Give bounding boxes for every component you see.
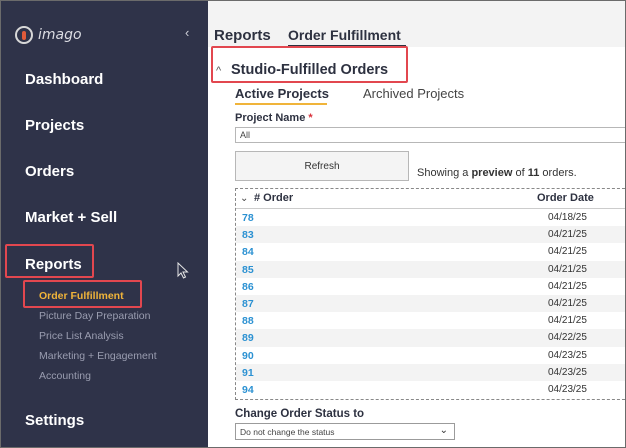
preview-summary: Showing a preview of 11 orders. [417,167,577,179]
order-number-link[interactable]: 86 [242,281,254,293]
table-row[interactable]: 85 04/21/25 [236,260,625,278]
sidebar-subitem-picture-day-preparation[interactable]: Picture Day Preparation [39,310,150,322]
order-date-cell: 04/21/25 [548,246,587,258]
chevron-left-icon[interactable]: ‹ [185,25,189,40]
preview-summary-bold: preview [471,167,513,179]
sidebar-subitem-price-list-analysis[interactable]: Price List Analysis [39,330,124,342]
logo[interactable]: imago [15,25,82,45]
table-row[interactable]: 87 04/21/25 [236,294,625,313]
order-date-cell: 04/21/25 [548,315,587,327]
table-row[interactable]: 91 04/23/25 [236,363,625,381]
order-date-cell: 04/23/25 [548,383,587,395]
order-number-link[interactable]: 87 [242,298,254,310]
project-name-label-text: Project Name [235,112,306,124]
section-title: Studio-Fulfilled Orders [231,62,389,78]
sidebar-item-settings[interactable]: Settings [25,412,84,429]
order-number-link[interactable]: 83 [242,229,254,241]
order-date-cell: 04/21/25 [548,280,587,292]
order-number-link[interactable]: 85 [242,264,254,276]
order-number-link[interactable]: 94 [242,384,254,396]
sidebar-subitem-accounting[interactable]: Accounting [39,370,91,382]
table-header: ⌄ # Order Order Date [236,189,625,209]
sidebar-item-reports[interactable]: Reports [25,256,82,273]
tab-active-projects[interactable]: Active Projects [235,86,329,101]
order-number-link[interactable]: 89 [242,332,254,344]
sidebar-item-orders[interactable]: Orders [25,163,74,180]
sidebar: imago ‹ Dashboard Projects Orders Market… [1,1,208,447]
sidebar-subitem-order-fulfillment[interactable]: Order Fulfillment [39,290,124,302]
order-date-cell: 04/21/25 [548,229,587,241]
column-header-order-date[interactable]: Order Date [537,192,594,204]
breadcrumb-active-underline [288,45,406,47]
tab-archived-projects[interactable]: Archived Projects [363,86,464,101]
order-number-link[interactable]: 78 [242,212,254,224]
sidebar-subitem-marketing-engagement[interactable]: Marketing + Engagement [39,350,157,362]
order-number-link[interactable]: 90 [242,350,254,362]
arrow-cursor-icon [177,262,189,279]
change-status-value: Do not change the status [240,427,335,437]
main-content: Reports Order Fulfillment ^ Studio-Fulfi… [208,1,625,447]
project-name-select[interactable]: All [235,127,625,143]
chevron-down-icon: ⌄ [439,425,448,436]
table-row[interactable]: 89 04/22/25 [236,329,625,347]
table-row[interactable]: 78 04/18/25 [236,209,625,226]
preview-summary-count: 11 [527,167,540,179]
order-number-link[interactable]: 88 [242,315,254,327]
sidebar-item-projects[interactable]: Projects [25,117,84,134]
table-row[interactable]: 83 04/21/25 [236,226,625,244]
sidebar-item-market-sell[interactable]: Market + Sell [25,209,117,226]
order-date-cell: 04/22/25 [548,332,587,344]
table-row[interactable]: 94 04/23/25 [236,381,625,398]
order-date-cell: 04/18/25 [548,212,587,223]
column-header-order[interactable]: # Order [254,192,293,204]
header-bar [208,1,625,47]
tab-active-underline [235,103,327,105]
order-date-cell: 04/23/25 [548,366,587,378]
sort-chevron-icon[interactable]: ⌄ [240,193,248,204]
order-date-cell: 04/21/25 [548,297,587,309]
order-date-cell: 04/21/25 [548,263,587,275]
imago-logo-icon [15,26,33,44]
preview-summary-mid: of [515,167,525,179]
breadcrumb-reports[interactable]: Reports [214,27,271,44]
order-number-link[interactable]: 84 [242,246,254,258]
chevron-up-icon[interactable]: ^ [216,65,221,77]
table-row[interactable]: 88 04/21/25 [236,312,625,329]
table-body: 78 04/18/25 83 04/21/25 84 04/21/25 85 04/21/25… [236,209,625,398]
change-status-select[interactable]: Do not change the status ⌄ [235,423,455,440]
preview-summary-prefix: Showing a [417,167,469,179]
order-date-cell: 04/23/25 [548,349,587,361]
project-name-label: Project Name * [235,112,313,124]
orders-table: ⌄ # Order Order Date 78 04/18/25 83 04/21/2… [235,188,625,400]
table-row[interactable]: 84 04/21/25 [236,243,625,260]
required-marker: * [308,112,313,124]
table-row[interactable]: 86 04/21/25 [236,278,625,295]
order-number-link[interactable]: 91 [242,367,254,379]
table-row[interactable]: 90 04/23/25 [236,347,625,364]
app-window: imago ‹ Dashboard Projects Orders Market… [0,0,626,448]
sidebar-item-dashboard[interactable]: Dashboard [25,71,103,88]
change-status-label: Change Order Status to [235,408,365,420]
logo-text: imago [38,27,82,43]
refresh-button[interactable]: Refresh [235,151,409,181]
preview-summary-suffix: orders. [542,167,577,179]
breadcrumb-order-fulfillment[interactable]: Order Fulfillment [288,27,401,43]
